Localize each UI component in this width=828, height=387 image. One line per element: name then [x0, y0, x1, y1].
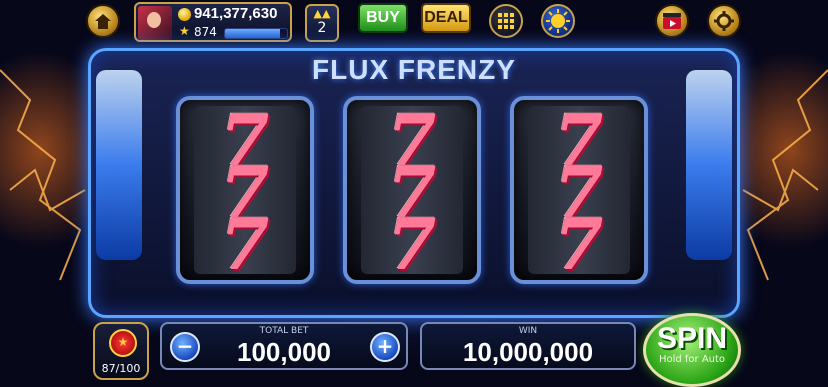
- daily-bonus-button[interactable]: [541, 4, 575, 38]
- spin-label: SPIN: [656, 322, 728, 355]
- coin-icon: [178, 8, 191, 21]
- level-up-button[interactable]: ▲▲ 2: [305, 4, 339, 42]
- frame-right-panel: [686, 70, 732, 260]
- frame-left-panel: [96, 70, 142, 260]
- reel-symbol: 7: [220, 203, 270, 284]
- buy-button[interactable]: BUY: [358, 3, 408, 33]
- win-value: 10,000,000: [462, 337, 594, 367]
- bonus-count: 87/100: [101, 362, 141, 375]
- video-reward-button[interactable]: [655, 4, 689, 38]
- increase-bet-button[interactable]: +: [370, 332, 400, 362]
- bonus-gift-icon: ★: [109, 329, 137, 357]
- total-bet-panel: TOTAL BET 100,000 − +: [160, 322, 408, 370]
- player-panel[interactable]: 941,377,630 ★ 874: [134, 2, 292, 42]
- settings-button[interactable]: [707, 4, 741, 38]
- reel-3: 7 7 7: [510, 96, 648, 284]
- spin-button[interactable]: SPIN Hold for Auto: [643, 313, 741, 387]
- home-icon: [95, 14, 111, 29]
- spin-sublabel: Hold for Auto: [658, 354, 726, 365]
- reel-2: 7 7 7: [343, 96, 481, 284]
- level-up-count: 2: [317, 20, 327, 36]
- total-bet-label: TOTAL BET: [259, 326, 309, 336]
- grid-menu-icon: [498, 13, 514, 29]
- win-label: WIN: [518, 326, 538, 336]
- avatar[interactable]: [138, 6, 172, 40]
- xp-progress-bar: [224, 28, 288, 39]
- level-up-icon: ▲▲: [313, 7, 331, 20]
- deal-button[interactable]: DEAL: [421, 3, 471, 33]
- video-reward-icon: [663, 13, 681, 29]
- xp-progress-fill: [225, 29, 280, 38]
- reel-symbol: 7: [387, 203, 437, 284]
- bonus-meter-button[interactable]: ★ 87/100: [93, 322, 149, 380]
- decrease-bet-button[interactable]: −: [170, 332, 200, 362]
- reel-1: 7 7 7: [176, 96, 314, 284]
- menu-button[interactable]: [489, 4, 523, 38]
- star-icon: ★: [179, 24, 190, 38]
- home-button[interactable]: [86, 4, 120, 38]
- sun-icon: [546, 9, 570, 33]
- game-title: FLUX FRENZY: [312, 54, 516, 85]
- reel-symbol: 7: [554, 203, 604, 284]
- gear-icon: [714, 11, 734, 31]
- coin-balance: 941,377,630: [194, 5, 278, 22]
- player-level: 874: [194, 25, 217, 39]
- win-panel: WIN 10,000,000: [420, 322, 636, 370]
